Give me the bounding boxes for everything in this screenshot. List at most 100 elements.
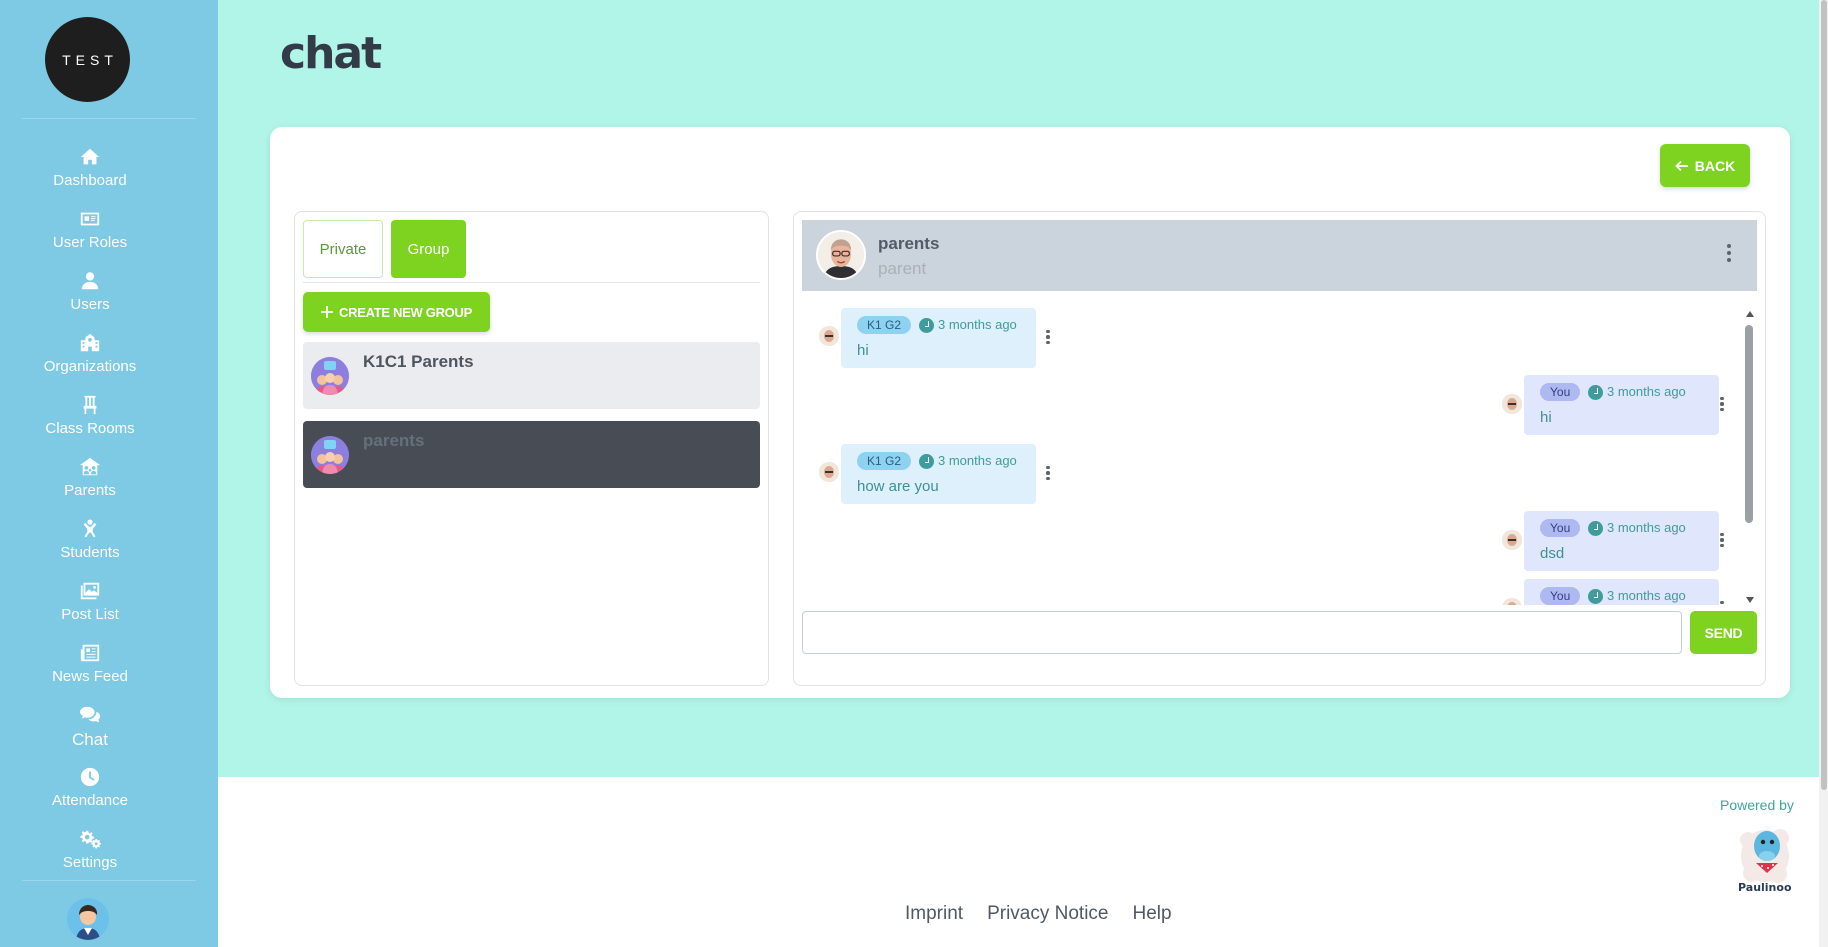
sidebar-item-users[interactable]: Users <box>0 266 180 324</box>
clock-icon <box>1588 385 1603 400</box>
home-icon <box>80 148 100 165</box>
scroll-down-arrow-icon[interactable] <box>1746 597 1754 603</box>
sidebar-item-label: News Feed <box>52 668 128 685</box>
images-icon <box>80 582 100 600</box>
arrow-left-icon <box>1674 160 1688 171</box>
message-time: 3 months ago <box>938 453 1017 468</box>
school-icon <box>80 333 100 352</box>
create-new-group-label: CREATE NEW GROUP <box>339 304 472 320</box>
back-button[interactable]: BACK <box>1660 144 1750 187</box>
message-text: hi <box>857 342 869 359</box>
message-more-icon[interactable] <box>1043 463 1053 483</box>
message-time: 3 months ago <box>1607 384 1686 399</box>
sidebar-item-label: Chat <box>72 730 108 749</box>
message-list[interactable]: K1 G2 3 months ago hi You 3 months ago h… <box>802 305 1742 605</box>
message-bubble: You 3 months ago dsd <box>1524 511 1719 571</box>
sidebar-item-dashboard[interactable]: Dashboard <box>0 142 180 200</box>
sidebar-item-label: Class Rooms <box>45 420 135 437</box>
create-new-group-button[interactable]: CREATE NEW GROUP <box>303 292 490 332</box>
more-options-icon[interactable] <box>1720 240 1738 266</box>
sidebar-item-label: Post List <box>61 606 119 623</box>
page-title: chat <box>280 28 382 79</box>
sidebar-item-label: Attendance <box>52 792 128 809</box>
sidebar-item-attendance[interactable]: Attendance <box>0 762 180 820</box>
plus-icon <box>321 306 334 318</box>
comments-icon <box>79 706 101 723</box>
message-avatar <box>1502 394 1522 414</box>
newspaper-icon <box>80 644 100 662</box>
group-list-item-selected[interactable]: parents <box>303 421 760 488</box>
paulinoo-brand-text: Paulinoo <box>1738 881 1792 894</box>
clock-icon <box>919 454 934 469</box>
child-icon <box>83 519 97 538</box>
message-avatar <box>819 326 839 346</box>
sidebar-item-label: User Roles <box>52 234 128 251</box>
sidebar-item-parents[interactable]: Parents <box>0 452 180 510</box>
sidebar-item-settings[interactable]: Settings <box>0 824 180 882</box>
message-more-icon[interactable] <box>1717 598 1727 605</box>
footer-link-help[interactable]: Help <box>1133 903 1172 925</box>
group-users-icon <box>311 436 349 474</box>
message-bubble: You 3 months ago hi <box>1524 375 1719 435</box>
scrollbar-thumb[interactable] <box>1745 325 1753 523</box>
message-time: 3 months ago <box>1607 520 1686 535</box>
sidebar-item-user-roles[interactable]: User Roles <box>0 204 180 262</box>
message-more-icon[interactable] <box>1717 394 1727 414</box>
message-input[interactable] <box>802 611 1682 654</box>
paulinoo-logo[interactable]: Paulinoo <box>1730 818 1800 900</box>
scroll-up-arrow-icon[interactable] <box>1746 311 1754 317</box>
sidebar-item-chat[interactable]: Chat <box>0 700 180 758</box>
user-avatar[interactable] <box>67 898 109 940</box>
sidebar-item-class-rooms[interactable]: Class Rooms <box>0 390 180 448</box>
avatar-image <box>67 898 109 940</box>
conversation-avatar <box>816 230 866 280</box>
conversation-subtitle: parent <box>878 259 927 278</box>
message-avatar <box>819 462 839 482</box>
sender-badge: You <box>1540 587 1581 605</box>
sidebar-item-label: Students <box>60 544 120 561</box>
sidebar-item-news-feed[interactable]: News Feed <box>0 638 180 696</box>
conversation-header <box>802 220 1757 291</box>
message-more-icon[interactable] <box>1717 530 1727 550</box>
sender-badge: You <box>1540 519 1581 537</box>
message-more-icon[interactable] <box>1043 327 1053 347</box>
message-avatar <box>1502 530 1522 550</box>
message-text: how are you <box>857 478 939 495</box>
page-scrollbar-thumb[interactable] <box>1821 0 1827 790</box>
sidebar-item-post-list[interactable]: Post List <box>0 576 180 634</box>
sidebar-item-label: Organizations <box>43 358 137 375</box>
conversation-name: parents <box>878 234 940 253</box>
sidebar-divider <box>22 118 196 119</box>
sidebar-item-label: Settings <box>62 854 118 871</box>
tabs-divider <box>303 282 760 283</box>
group-users-icon <box>311 357 349 395</box>
send-button[interactable]: SEND <box>1690 611 1757 654</box>
group-name: K1C1 Parents <box>363 352 474 371</box>
group-list-item[interactable]: K1C1 Parents <box>303 342 760 409</box>
clock-icon <box>80 767 100 787</box>
sidebar-item-label: Dashboard <box>53 172 127 189</box>
tab-private[interactable]: Private <box>303 220 383 278</box>
sender-badge: K1 G2 <box>857 316 912 334</box>
clock-icon <box>1588 521 1603 536</box>
clock-icon <box>919 318 934 333</box>
message-bubble: You 3 months ago <box>1524 579 1719 605</box>
sender-badge: K1 G2 <box>857 452 912 470</box>
sidebar-item-organizations[interactable]: Organizations <box>0 328 180 386</box>
footer-link-privacy-notice[interactable]: Privacy Notice <box>987 903 1108 925</box>
message-text: hi <box>1540 409 1552 426</box>
message-bubble: K1 G2 3 months ago hi <box>841 308 1036 368</box>
tab-group[interactable]: Group <box>391 220 466 278</box>
brand-logo[interactable]: TEST <box>45 17 130 102</box>
sidebar-item-label: Parents <box>64 482 116 499</box>
chair-icon <box>83 395 97 415</box>
footer-link-imprint[interactable]: Imprint <box>905 903 963 925</box>
message-time: 3 months ago <box>938 317 1017 332</box>
message-bubble: K1 G2 3 months ago how are you <box>841 444 1036 504</box>
message-time: 3 months ago <box>1607 588 1686 603</box>
group-avatar <box>311 436 349 474</box>
sidebar-item-students[interactable]: Students <box>0 514 180 572</box>
footer-links: Imprint Privacy Notice Help <box>905 903 1172 925</box>
sender-badge: You <box>1540 383 1581 401</box>
group-name: parents <box>363 431 425 450</box>
